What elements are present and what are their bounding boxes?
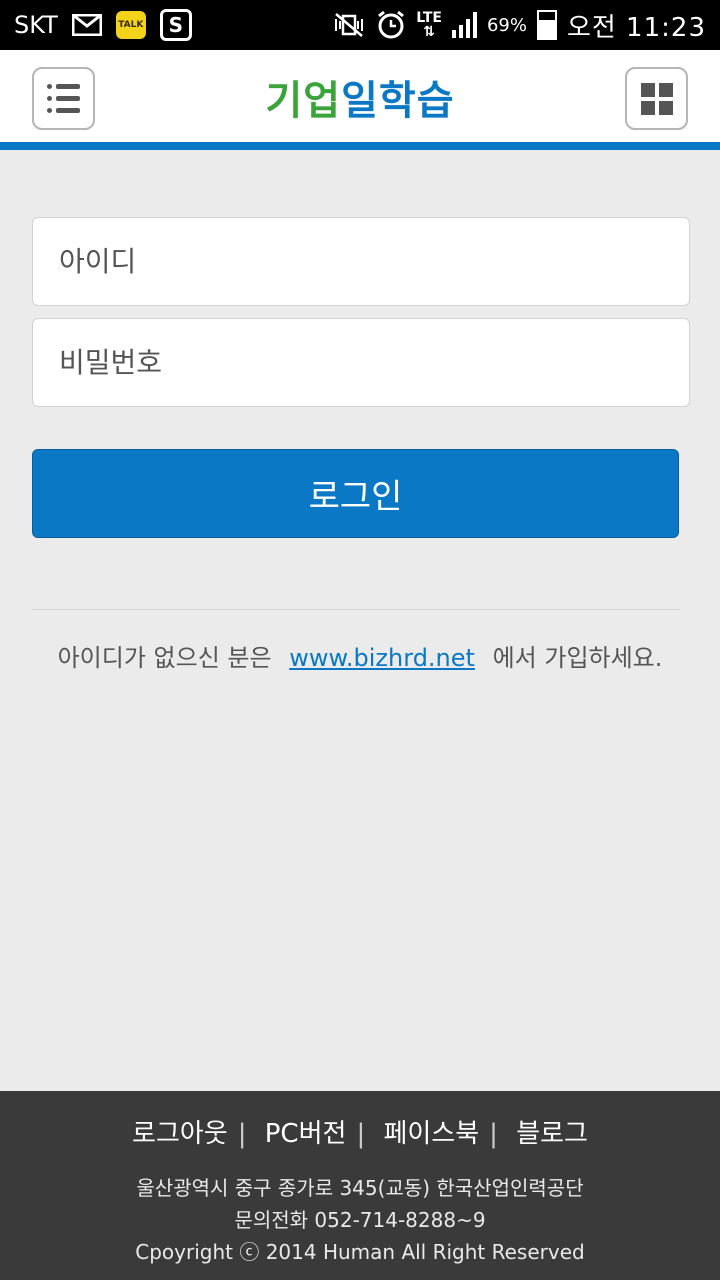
phone: 문의전화 052-714-8288~9 [234, 1208, 486, 1232]
signup-suffix: 에서 가입하세요. [492, 644, 663, 672]
site-logo[interactable]: 기업일학습 [0, 68, 720, 126]
alarm-icon [376, 10, 406, 40]
logo-part1: 기업 [265, 78, 342, 124]
separator: | [356, 1119, 366, 1149]
logo-part2: 일학습 [341, 78, 455, 124]
signal-icon [451, 12, 477, 38]
app-header: 기업일학습 [0, 50, 720, 150]
username-input[interactable] [32, 217, 690, 306]
battery-icon [536, 10, 557, 40]
battery-percent: 69% [486, 14, 527, 36]
footer-link-blog[interactable]: 블로그 [516, 1119, 588, 1149]
kakaotalk-icon: TALK [115, 11, 146, 39]
separator: | [489, 1119, 498, 1149]
status-bar: SKT TALK S LTE ⇅ 69% 오전 11:23 [0, 0, 720, 50]
footer-link-facebook[interactable]: 페이스북 [383, 1119, 479, 1149]
carrier-label: SKT [14, 11, 58, 39]
mail-icon [71, 14, 102, 36]
s-app-icon: S [159, 9, 192, 41]
separator: | [237, 1119, 247, 1149]
grid-icon [640, 82, 673, 115]
copyright: Cpoyright ⓒ 2014 Human All Right Reserve… [135, 1240, 585, 1264]
signup-notice: 아이디가 없으신 분은 www.bizhrd.net 에서 가입하세요. [0, 638, 720, 673]
footer-link-logout[interactable]: 로그아웃 [132, 1119, 228, 1149]
grid-menu-button[interactable] [625, 67, 688, 130]
footer-info: 울산광역시 중구 종가로 345(교동) 한국산업인력공단 문의전화 052-7… [0, 1172, 720, 1268]
vibrate-mute-icon [332, 12, 366, 38]
clock: 오전 11:23 [566, 12, 706, 43]
login-button[interactable]: 로그인 [32, 449, 679, 538]
footer-link-pc-version[interactable]: PC버전 [265, 1119, 347, 1149]
network-type: LTE ⇅ [416, 10, 442, 40]
address: 울산광역시 중구 종가로 345(교동) 한국산업인력공단 [136, 1176, 584, 1200]
signup-link[interactable]: www.bizhrd.net [279, 644, 485, 672]
footer: 로그아웃 | PC버전 | 페이스북 | 블로그 울산광역시 중구 종가로 345(교… [0, 1091, 720, 1280]
footer-links: 로그아웃 | PC버전 | 페이스북 | 블로그 [0, 1113, 720, 1150]
signup-prefix: 아이디가 없으신 분은 [57, 644, 272, 672]
divider [32, 609, 680, 610]
password-input[interactable] [32, 318, 690, 407]
